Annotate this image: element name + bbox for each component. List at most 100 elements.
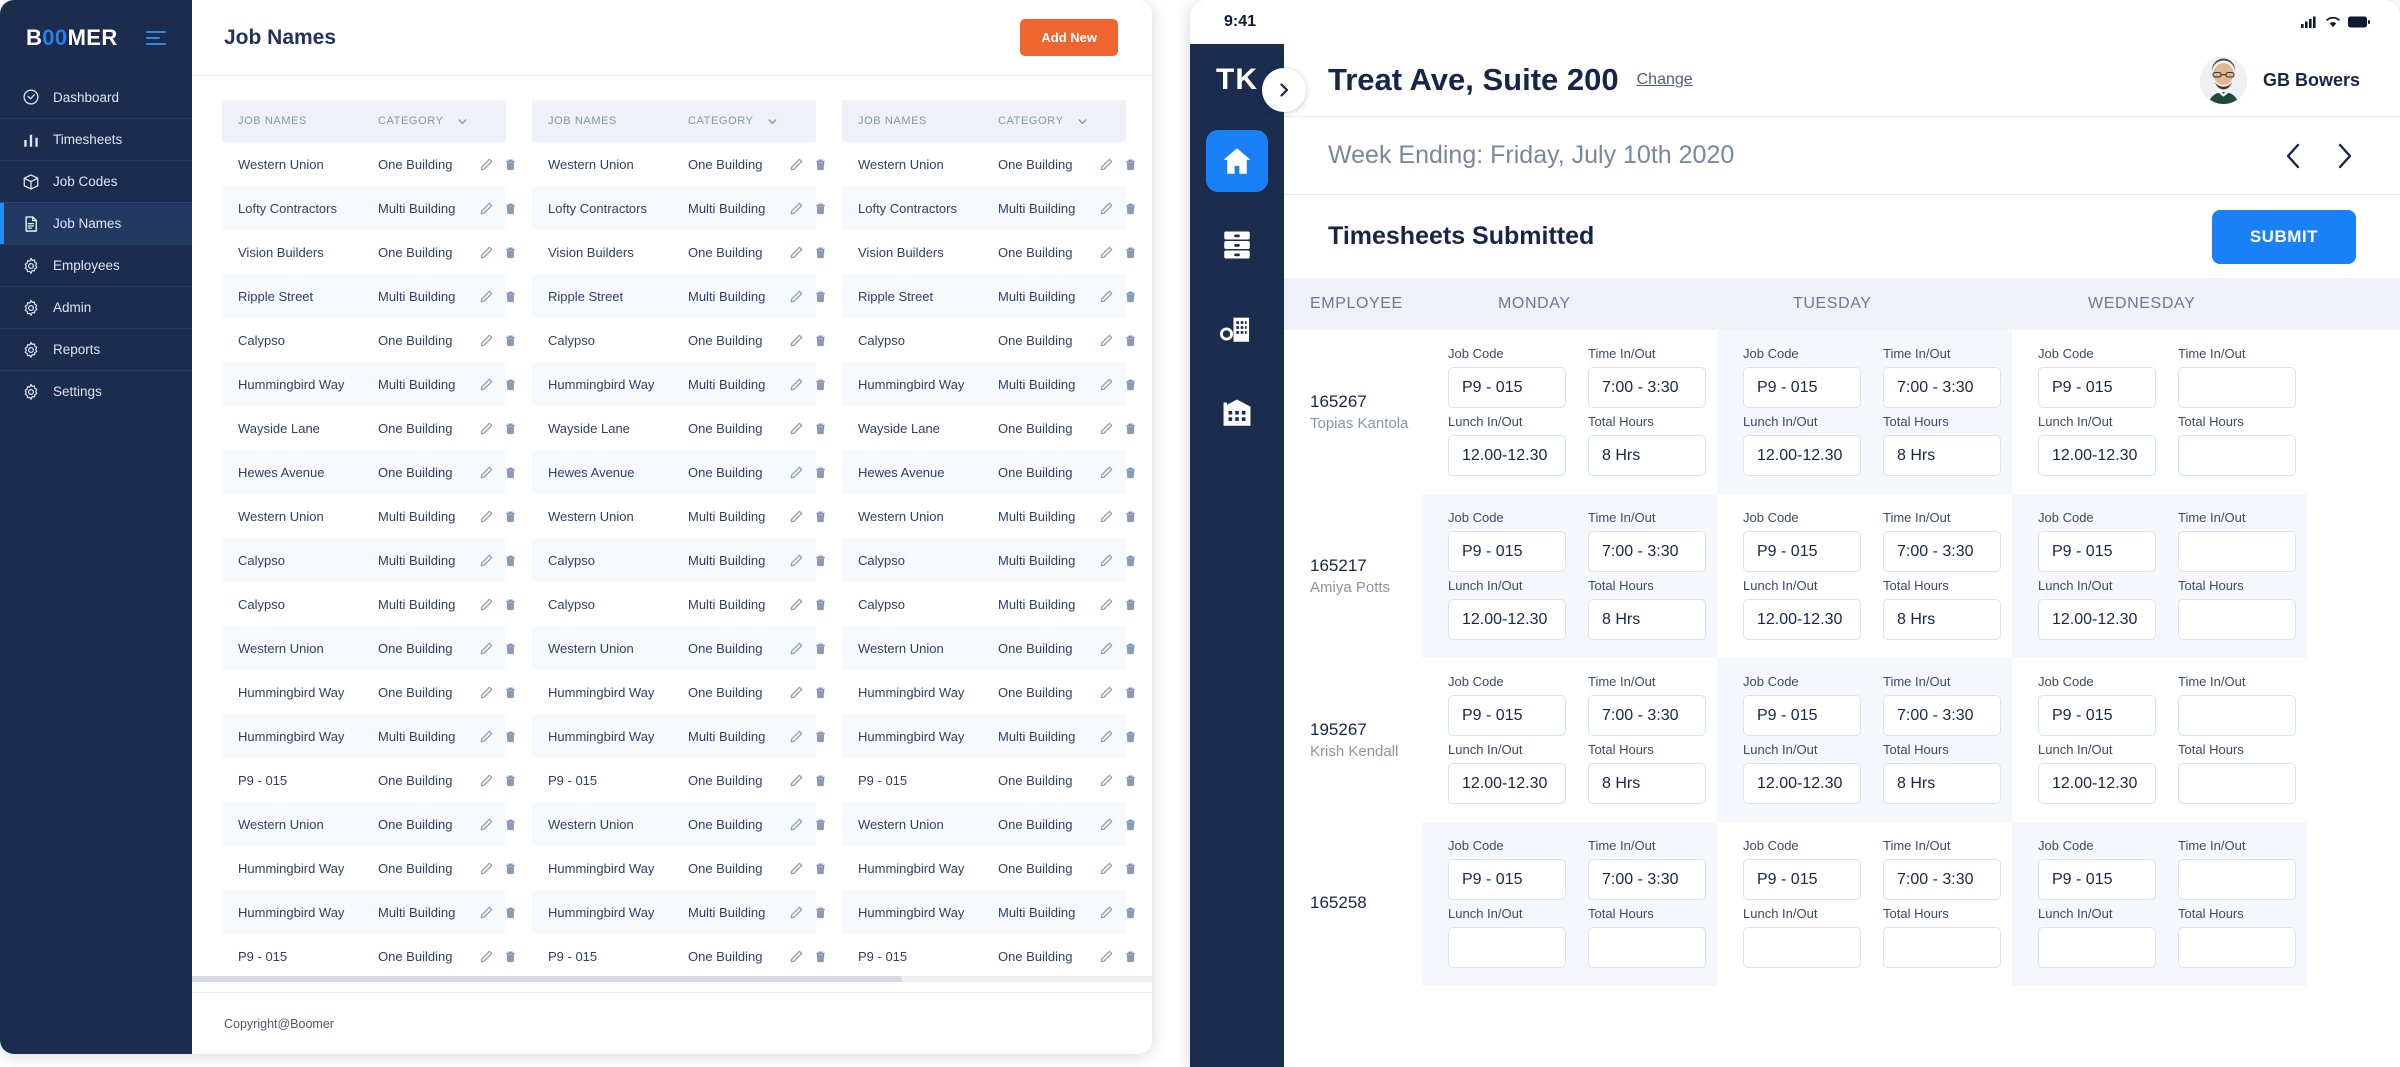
delete-icon[interactable] <box>504 642 517 655</box>
table-row[interactable]: Ripple Street Multi Building <box>222 274 515 318</box>
input-job-code[interactable]: P9 - 015 <box>1448 695 1566 736</box>
table-row[interactable]: Calypso One Building <box>222 318 515 362</box>
input-lunch-in-out[interactable]: 12.00-12.30 <box>2038 435 2156 476</box>
edit-icon[interactable] <box>480 422 493 435</box>
delete-icon[interactable] <box>504 202 517 215</box>
table-row[interactable]: Lofty Contractors Multi Building <box>222 186 515 230</box>
delete-icon[interactable] <box>814 466 827 479</box>
table-row[interactable]: Wayside Lane One Building <box>222 406 515 450</box>
delete-icon[interactable] <box>1124 686 1137 699</box>
change-location-link[interactable]: Change <box>1637 71 1693 89</box>
input-lunch-in-out[interactable]: 12.00-12.30 <box>1448 763 1566 804</box>
column-header-category[interactable]: CATEGORY <box>378 115 490 127</box>
edit-icon[interactable] <box>1100 290 1113 303</box>
chevron-down-icon[interactable] <box>1077 116 1088 127</box>
delete-icon[interactable] <box>814 290 827 303</box>
table-row[interactable]: P9 - 015 One Building <box>842 934 1135 978</box>
input-total-hours[interactable]: 8 Hrs <box>1588 763 1706 804</box>
edit-icon[interactable] <box>790 246 803 259</box>
delete-icon[interactable] <box>1124 598 1137 611</box>
delete-icon[interactable] <box>814 906 827 919</box>
edit-icon[interactable] <box>1100 862 1113 875</box>
delete-icon[interactable] <box>814 862 827 875</box>
delete-icon[interactable] <box>814 774 827 787</box>
input-job-code[interactable]: P9 - 015 <box>1743 859 1861 900</box>
delete-icon[interactable] <box>504 774 517 787</box>
edit-icon[interactable] <box>480 202 493 215</box>
input-total-hours[interactable]: 8 Hrs <box>1883 599 2001 640</box>
delete-icon[interactable] <box>1124 202 1137 215</box>
edit-icon[interactable] <box>790 158 803 171</box>
edit-icon[interactable] <box>790 818 803 831</box>
table-row[interactable]: Calypso Multi Building <box>532 538 825 582</box>
edit-icon[interactable] <box>790 862 803 875</box>
rail-item-warehouse[interactable] <box>1206 382 1268 444</box>
delete-icon[interactable] <box>504 598 517 611</box>
input-job-code[interactable]: P9 - 015 <box>1448 531 1566 572</box>
edit-icon[interactable] <box>1100 158 1113 171</box>
edit-icon[interactable] <box>480 334 493 347</box>
edit-icon[interactable] <box>1100 950 1113 963</box>
delete-icon[interactable] <box>1124 290 1137 303</box>
table-row[interactable]: Calypso Multi Building <box>222 538 515 582</box>
edit-icon[interactable] <box>790 466 803 479</box>
edit-icon[interactable] <box>790 774 803 787</box>
delete-icon[interactable] <box>504 818 517 831</box>
delete-icon[interactable] <box>504 378 517 391</box>
input-job-code[interactable]: P9 - 015 <box>2038 695 2156 736</box>
table-row[interactable]: Calypso Multi Building <box>222 582 515 626</box>
edit-icon[interactable] <box>790 906 803 919</box>
table-row[interactable]: Calypso Multi Building <box>842 582 1135 626</box>
collapse-sidebar-button[interactable] <box>1262 68 1306 112</box>
table-row[interactable]: Western Union One Building <box>842 626 1135 670</box>
delete-icon[interactable] <box>1124 730 1137 743</box>
sidebar-item-reports[interactable]: Reports <box>0 328 192 370</box>
table-row[interactable]: Hummingbird Way One Building <box>842 670 1135 714</box>
delete-icon[interactable] <box>504 334 517 347</box>
delete-icon[interactable] <box>814 730 827 743</box>
table-row[interactable]: Western Union One Building <box>222 802 515 846</box>
delete-icon[interactable] <box>1124 906 1137 919</box>
input-job-code[interactable]: P9 - 015 <box>1743 531 1861 572</box>
table-row[interactable]: Wayside Lane One Building <box>532 406 825 450</box>
input-job-code[interactable]: P9 - 015 <box>2038 531 2156 572</box>
input-lunch-in-out[interactable] <box>1448 927 1566 968</box>
table-row[interactable]: P9 - 015 One Building <box>222 758 515 802</box>
input-time-in-out[interactable]: 7:00 - 3:30 <box>1883 531 2001 572</box>
edit-icon[interactable] <box>790 290 803 303</box>
edit-icon[interactable] <box>1100 686 1113 699</box>
delete-icon[interactable] <box>504 950 517 963</box>
sidebar-item-employees[interactable]: Employees <box>0 244 192 286</box>
input-time-in-out[interactable]: 7:00 - 3:30 <box>1588 859 1706 900</box>
table-row[interactable]: Calypso One Building <box>842 318 1135 362</box>
edit-icon[interactable] <box>480 598 493 611</box>
edit-icon[interactable] <box>790 686 803 699</box>
delete-icon[interactable] <box>814 158 827 171</box>
edit-icon[interactable] <box>790 598 803 611</box>
delete-icon[interactable] <box>1124 422 1137 435</box>
table-row[interactable]: Lofty Contractors Multi Building <box>532 186 825 230</box>
edit-icon[interactable] <box>1100 466 1113 479</box>
chevron-down-icon[interactable] <box>457 116 468 127</box>
input-total-hours[interactable] <box>1883 927 2001 968</box>
table-row[interactable]: Western Union One Building <box>222 626 515 670</box>
input-job-code[interactable]: P9 - 015 <box>2038 367 2156 408</box>
edit-icon[interactable] <box>480 730 493 743</box>
edit-icon[interactable] <box>480 774 493 787</box>
input-total-hours[interactable]: 8 Hrs <box>1883 435 2001 476</box>
column-header-category[interactable]: CATEGORY <box>998 115 1110 127</box>
delete-icon[interactable] <box>1124 378 1137 391</box>
input-time-in-out[interactable] <box>2178 531 2296 572</box>
edit-icon[interactable] <box>1100 642 1113 655</box>
input-total-hours[interactable]: 8 Hrs <box>1588 435 1706 476</box>
table-row[interactable]: Western Union One Building <box>532 626 825 670</box>
edit-icon[interactable] <box>480 290 493 303</box>
delete-icon[interactable] <box>504 862 517 875</box>
edit-icon[interactable] <box>480 642 493 655</box>
edit-icon[interactable] <box>480 554 493 567</box>
delete-icon[interactable] <box>814 378 827 391</box>
input-time-in-out[interactable] <box>2178 859 2296 900</box>
edit-icon[interactable] <box>480 862 493 875</box>
edit-icon[interactable] <box>1100 510 1113 523</box>
edit-icon[interactable] <box>790 950 803 963</box>
